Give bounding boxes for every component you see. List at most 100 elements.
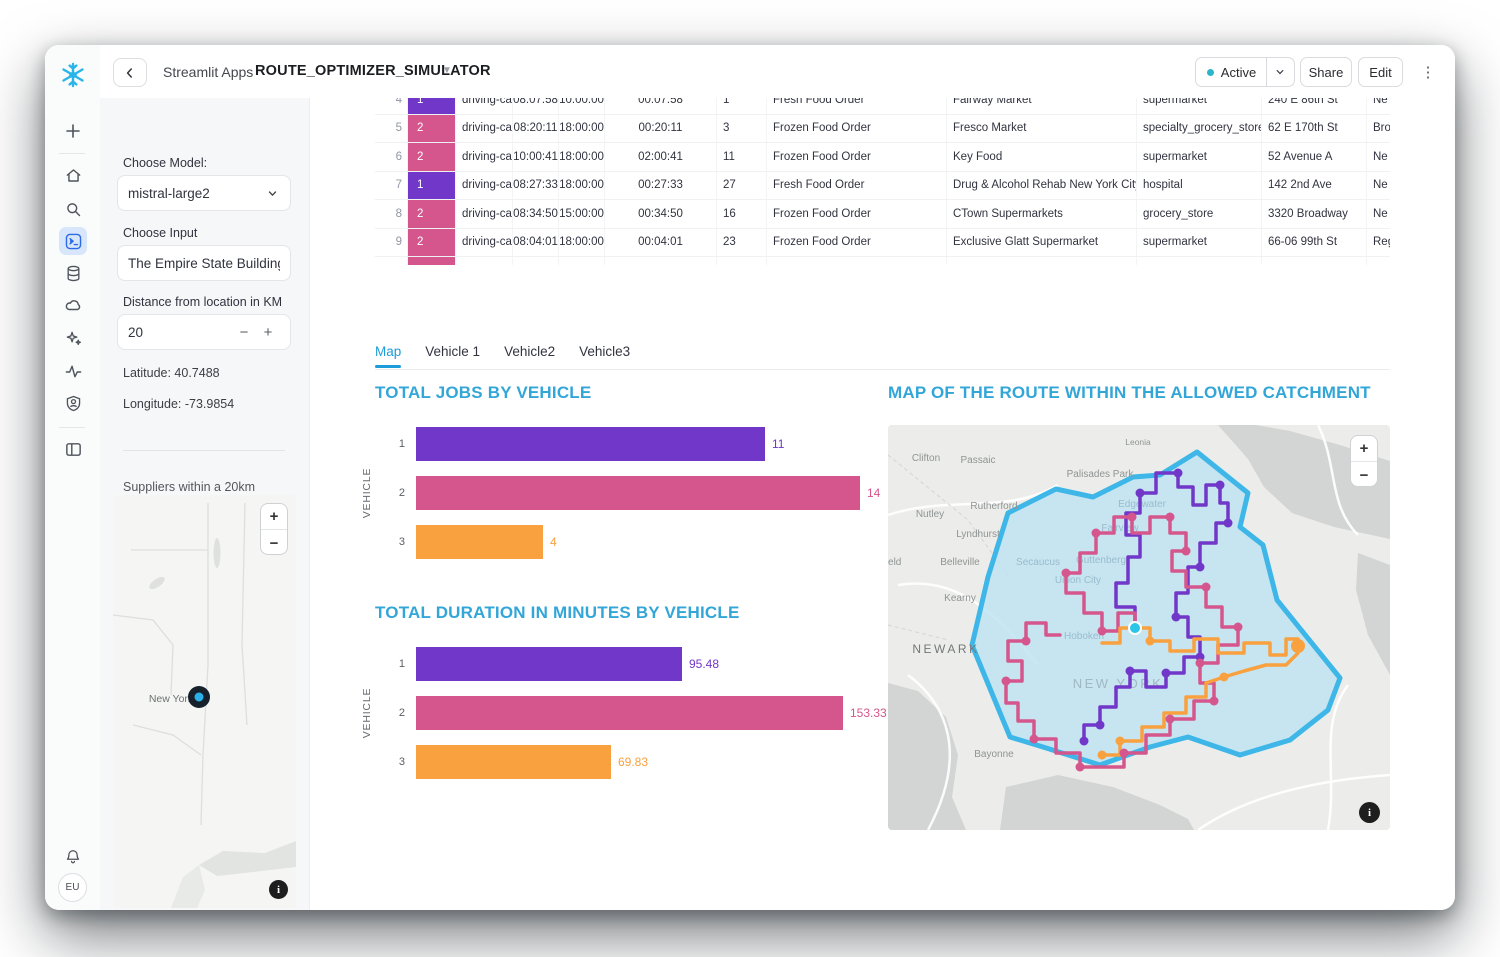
activity-icon[interactable]	[59, 357, 87, 385]
plus-icon[interactable]	[59, 117, 87, 145]
cell-duration: 00:34:50	[605, 200, 717, 228]
distance-stepper[interactable]: 20 − +	[117, 314, 291, 350]
panel-layout-icon[interactable]	[59, 435, 87, 463]
cell-vehicle: 2	[408, 200, 456, 228]
title-caret-icon[interactable]: ▼	[442, 65, 452, 76]
table-row: 52driving-car08:20:1118:00:0000:20:113Fr…	[375, 115, 1390, 144]
tabbar-divider	[375, 369, 1390, 370]
map-label-union-city: Union City	[1055, 575, 1101, 586]
sidebar-minimap[interactable]: New York + − i	[113, 495, 296, 908]
map-zoom-out-button[interactable]: −	[1351, 462, 1377, 487]
tab-vehicle-1[interactable]: Vehicle 1	[425, 344, 480, 367]
map-label-bloomfield: Bloomfield	[888, 557, 901, 568]
tab-map[interactable]: Map	[375, 344, 401, 367]
input-label: Choose Input	[123, 226, 197, 240]
minimap-zoom-out-button[interactable]: −	[261, 530, 287, 555]
increment-button[interactable]: +	[256, 324, 280, 341]
cell-vehicle: 1	[408, 98, 456, 114]
cell-name: Fresco Market	[947, 115, 1137, 143]
decrement-button[interactable]: −	[232, 324, 256, 341]
kebab-menu-icon[interactable]: ⋮	[1415, 59, 1441, 85]
search-icon[interactable]	[59, 195, 87, 223]
tab-vehicle3[interactable]: Vehicle3	[579, 344, 630, 367]
bar-vehicle-1	[416, 427, 765, 461]
cell-jobs: 23	[717, 229, 767, 257]
bell-icon[interactable]	[59, 843, 87, 871]
cell-vehicle: 2	[408, 257, 456, 265]
map-label-passaic: Passaic	[960, 455, 995, 466]
model-select[interactable]: mistral-large2	[117, 175, 291, 211]
cell-city: Reg	[1367, 229, 1390, 257]
cell-address: 52 Avenue A	[1262, 143, 1367, 171]
cell-start: 08:27:33	[513, 172, 559, 200]
share-button[interactable]: Share	[1300, 57, 1352, 87]
rail-divider	[59, 153, 85, 154]
cell-address: 66-06 99th St	[1262, 229, 1367, 257]
minimap-zoom-in-button[interactable]: +	[261, 504, 287, 530]
model-label: Choose Model:	[123, 156, 207, 170]
cell-start	[513, 257, 559, 265]
status-button[interactable]: Active	[1195, 57, 1295, 87]
cell-index: 9	[375, 229, 408, 257]
bar-vehicle-3	[416, 525, 543, 559]
bar-category-label: 2	[375, 707, 405, 719]
cell-name: Exclusive Glatt Supermarket	[947, 229, 1137, 257]
user-avatar[interactable]: EU	[58, 873, 87, 902]
cell-mode: driving-car	[456, 115, 513, 143]
cell-order: Fresh Food Order	[767, 172, 947, 200]
cell-category: supermarket	[1137, 229, 1262, 257]
table-row: 41driving-car08:07:5810:00:0000:07:581Fr…	[375, 98, 1390, 115]
location-input[interactable]: The Empire State Building, Ne	[117, 245, 291, 281]
admin-shield-icon[interactable]	[59, 389, 87, 417]
jobs-chart: TOTAL JOBS BY VEHICLE VEHICLE 11121434	[375, 383, 915, 574]
cell-duration: 00:07:58	[605, 98, 717, 114]
bar-category-label: 3	[375, 536, 405, 548]
bar-row-vehicle-3: 369.83	[375, 745, 915, 779]
bar-row-vehicle-1: 111	[375, 427, 915, 461]
cell-jobs: 3	[717, 115, 767, 143]
cell-mode: driving-car	[456, 143, 513, 171]
cell-jobs: 27	[717, 172, 767, 200]
home-icon[interactable]	[59, 161, 87, 189]
edit-button[interactable]: Edit	[1358, 57, 1403, 87]
page-title: ROUTE_OPTIMIZER_SIMULATOR	[255, 63, 491, 79]
table-row: 71driving-car08:27:3318:00:0000:27:3327F…	[375, 172, 1390, 201]
map-label-leonia: Leonia	[1125, 437, 1151, 447]
projects-terminal-icon[interactable]	[59, 227, 87, 255]
table-row: 92driving-car08:04:0118:00:0000:04:0123F…	[375, 229, 1390, 258]
bar-category-label: 1	[375, 438, 405, 450]
map-label-clifton: Clifton	[912, 453, 940, 464]
cell-mode: driving-car	[456, 172, 513, 200]
cell-city: Ne	[1367, 172, 1390, 200]
cell-category: grocery_store	[1137, 200, 1262, 228]
bar-row-vehicle-2: 2153.33	[375, 696, 915, 730]
cell-mode: driving-car	[456, 200, 513, 228]
cell-category	[1137, 257, 1262, 265]
database-icon[interactable]	[59, 259, 87, 287]
results-table[interactable]: 41driving-car08:07:5810:00:0000:07:581Fr…	[375, 98, 1390, 265]
status-chevron-icon[interactable]	[1266, 58, 1293, 86]
cell-index: 5	[375, 115, 408, 143]
map-label-kearny: Kearny	[944, 593, 976, 604]
longitude-text: Longitude: -73.9854	[123, 397, 234, 411]
cell-city: Ne	[1367, 200, 1390, 228]
map-label-rutherford: Rutherford	[970, 501, 1017, 512]
minimap-info-button[interactable]: i	[269, 880, 288, 899]
route-map[interactable]: CliftonPassaicLeoniaPalisades ParkRuther…	[888, 425, 1390, 830]
breadcrumb[interactable]: Streamlit Apps	[163, 64, 253, 80]
cell-category: specialty_grocery_store	[1137, 115, 1262, 143]
cell-duration: 00:04:01	[605, 229, 717, 257]
map-zoom-in-button[interactable]: +	[1351, 436, 1377, 462]
cell-city: Bro	[1367, 115, 1390, 143]
map-info-button[interactable]: i	[1359, 802, 1380, 823]
cell-city: Ne	[1367, 98, 1390, 114]
cell-end: 10:00:00	[559, 98, 605, 114]
back-button[interactable]	[113, 58, 147, 87]
tab-vehicle2[interactable]: Vehicle2	[504, 344, 555, 367]
cloud-icon[interactable]	[59, 291, 87, 319]
view-tabs: Map Vehicle 1 Vehicle2 Vehicle3	[375, 344, 630, 367]
table-row-partial: 2	[375, 257, 1390, 265]
snowflake-logo-icon[interactable]	[59, 61, 87, 89]
cell-address	[1262, 257, 1367, 265]
sparkles-ai-icon[interactable]	[59, 324, 87, 352]
